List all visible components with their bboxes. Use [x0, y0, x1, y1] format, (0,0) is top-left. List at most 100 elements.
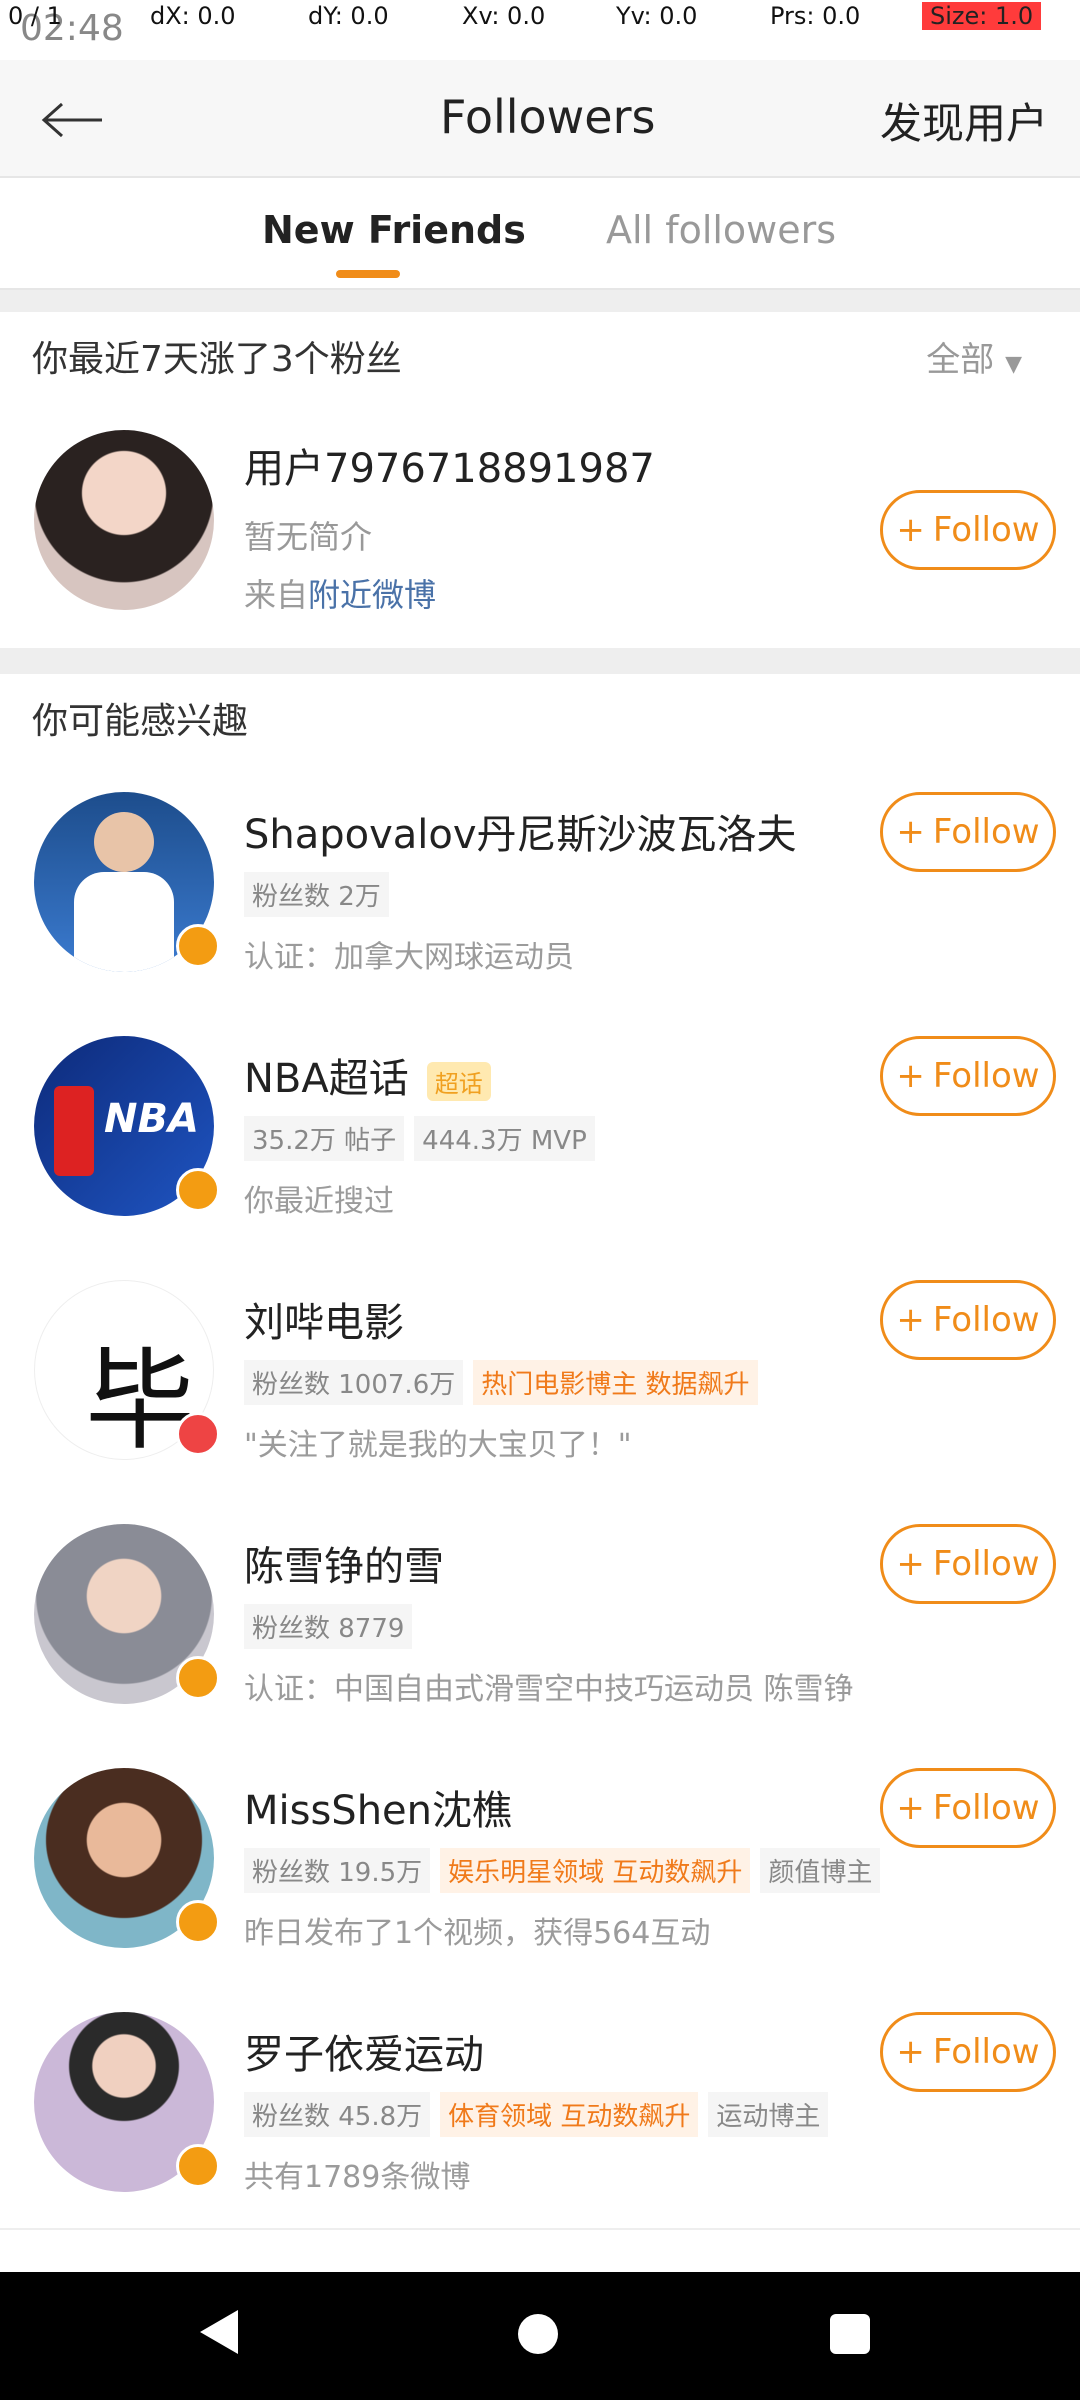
suggest-header: 你可能感兴趣	[0, 674, 1080, 762]
plus-icon: +	[896, 2032, 925, 2072]
user-sub: 认证：中国自由式滑雪空中技巧运动员 陈雪铮	[244, 1672, 854, 1707]
list-item[interactable]: 罗子依爱运动 粉丝数 45.8万 体育领域 互动数飙升 运动博主 共有1789条微博…	[0, 1984, 1080, 2230]
user-name[interactable]: NBA超话 超话	[244, 1046, 491, 1104]
follow-label: Follow	[932, 2032, 1040, 2072]
plus-icon: +	[896, 510, 925, 550]
nav-home-icon[interactable]	[518, 2314, 558, 2354]
verified-badge-icon	[176, 1168, 220, 1212]
divider	[0, 290, 1080, 312]
category-tag: 运动博主	[708, 2092, 829, 2137]
follow-button[interactable]: + Follow	[880, 1036, 1056, 1116]
super-topic-tag: 超话	[426, 1061, 491, 1101]
tab-bar: New Friends All followers	[0, 178, 1080, 290]
user-name[interactable]: 罗子依爱运动	[244, 2022, 484, 2080]
user-meta: 35.2万 帖子 444.3万 MVP	[244, 1116, 605, 1161]
discover-users-link[interactable]: 发现用户	[880, 90, 1048, 151]
user-meta: 粉丝数 1007.6万 热门电影博主 数据飙升	[244, 1360, 768, 1405]
user-meta: 粉丝数 19.5万 娱乐明星领域 互动数飙升 颜值博主	[244, 1848, 890, 1893]
partial-list-item	[0, 2228, 1080, 2274]
follow-button[interactable]: + Follow	[880, 2012, 1056, 2092]
nav-back-icon[interactable]	[200, 2310, 238, 2354]
user-sub: "关注了就是我的大宝贝了！"	[244, 1428, 632, 1463]
debug-xv: Xv: 0.0	[462, 2, 546, 30]
suggest-title: 你可能感兴趣	[32, 701, 249, 742]
user-source: 来自附近微博	[244, 570, 436, 616]
tab-new-friends[interactable]: New Friends	[262, 208, 526, 252]
filter-dropdown[interactable]: 全部 ▼	[926, 332, 1022, 381]
list-item[interactable]: Shapovalov丹尼斯沙波瓦洛夫 粉丝数 2万 认证：加拿大网球运动员 + F…	[0, 764, 1080, 1010]
debug-yv: Yv: 0.0	[616, 2, 698, 30]
follow-label: Follow	[932, 1544, 1040, 1584]
follow-button[interactable]: + Follow	[880, 792, 1056, 872]
follow-label: Follow	[932, 1056, 1040, 1096]
filter-label: 全部	[926, 340, 995, 380]
category-tag: 颜值博主	[760, 1848, 881, 1893]
mvp-count: 444.3万 MVP	[414, 1116, 595, 1161]
follow-button[interactable]: + Follow	[880, 1280, 1056, 1360]
user-name[interactable]: MissShen沈樵	[244, 1778, 512, 1836]
follow-label: Follow	[932, 1300, 1040, 1340]
posts-count: 35.2万 帖子	[244, 1116, 405, 1161]
plus-icon: +	[896, 1788, 925, 1828]
user-meta: 粉丝数 45.8万 体育领域 互动数飙升 运动博主	[244, 2092, 838, 2137]
recent-followers-header: 你最近7天涨了3个粉丝 全部 ▼	[0, 312, 1080, 400]
verified-badge-icon	[176, 1412, 220, 1456]
user-name[interactable]: 陈雪铮的雪	[244, 1534, 444, 1592]
fans-count: 粉丝数 1007.6万	[244, 1360, 464, 1405]
follow-label: Follow	[932, 1788, 1040, 1828]
follow-button[interactable]: + Follow	[880, 490, 1056, 570]
user-name[interactable]: Shapovalov丹尼斯沙波瓦洛夫	[244, 802, 797, 860]
follow-button[interactable]: + Follow	[880, 1524, 1056, 1604]
debug-prs: Prs: 0.0	[770, 2, 861, 30]
debug-overlay: 0 / 1 dX: 0.0 dY: 0.0 Xv: 0.0 Yv: 0.0 Pr…	[0, 0, 1080, 34]
source-prefix: 来自	[244, 576, 309, 614]
verified-badge-icon	[176, 2144, 220, 2188]
recent-followers-text: 你最近7天涨了3个粉丝	[32, 339, 402, 380]
plus-icon: +	[896, 1544, 925, 1584]
verified-badge-icon	[176, 924, 220, 968]
debug-pointer: 0 / 1	[8, 2, 62, 30]
user-name[interactable]: 用户7976718891987	[244, 436, 655, 494]
user-sub: 认证：加拿大网球运动员	[244, 940, 574, 975]
source-link[interactable]: 附近微博	[308, 576, 436, 614]
user-intro: 暂无简介	[244, 518, 373, 556]
divider	[0, 650, 1080, 674]
verified-badge-icon	[176, 1900, 220, 1944]
page-title: Followers	[440, 90, 656, 144]
app-header: Followers 发现用户	[0, 60, 1080, 178]
user-meta: 粉丝数 2万	[244, 872, 399, 917]
follow-button[interactable]: + Follow	[880, 1768, 1056, 1848]
user-sub: 你最近搜过	[244, 1184, 394, 1219]
user-sub: 共有1789条微博	[244, 2160, 471, 2195]
follow-label: Follow	[932, 510, 1040, 550]
user-meta: 粉丝数 8779	[244, 1604, 422, 1649]
plus-icon: +	[896, 1300, 925, 1340]
chevron-down-icon: ▼	[1005, 352, 1022, 377]
user-sub: 昨日发布了1个视频，获得564互动	[244, 1916, 711, 1951]
debug-dy: dY: 0.0	[308, 2, 389, 30]
user-name[interactable]: 刘哔电影	[244, 1290, 404, 1348]
fans-count: 粉丝数 19.5万	[244, 1848, 431, 1893]
plus-icon: +	[896, 1056, 925, 1096]
fans-count: 粉丝数 2万	[244, 872, 389, 917]
verified-badge-icon	[176, 1656, 220, 1700]
list-item[interactable]: 陈雪铮的雪 粉丝数 8779 认证：中国自由式滑雪空中技巧运动员 陈雪铮 + Fo…	[0, 1496, 1080, 1742]
nav-recents-icon[interactable]	[830, 2314, 870, 2354]
list-item[interactable]: 毕 刘哔电影 粉丝数 1007.6万 热门电影博主 数据飙升 "关注了就是我的大宝…	[0, 1252, 1080, 1498]
active-tab-indicator	[336, 270, 400, 278]
back-arrow-icon[interactable]	[40, 100, 104, 140]
hot-tag: 热门电影博主 数据飙升	[473, 1360, 758, 1405]
system-nav-bar	[0, 2272, 1080, 2400]
user-name-text: NBA超话	[244, 1056, 409, 1102]
debug-dx: dX: 0.0	[150, 2, 236, 30]
fans-count: 粉丝数 45.8万	[244, 2092, 431, 2137]
hot-tag: 娱乐明星领域 互动数飙升	[440, 1848, 751, 1893]
hot-tag: 体育领域 互动数飙升	[440, 2092, 699, 2137]
avatar[interactable]	[34, 430, 214, 610]
list-item[interactable]: NBA NBA超话 超话 35.2万 帖子 444.3万 MVP 你最近搜过 + Fo…	[0, 1008, 1080, 1254]
debug-size: Size: 1.0	[922, 2, 1042, 30]
fans-count: 粉丝数 8779	[244, 1604, 413, 1649]
tab-all-followers[interactable]: All followers	[606, 208, 836, 252]
list-item[interactable]: MissShen沈樵 粉丝数 19.5万 娱乐明星领域 互动数飙升 颜值博主 昨日发…	[0, 1740, 1080, 1986]
list-item[interactable]: 用户7976718891987 暂无简介 来自附近微博 + Follow	[0, 402, 1080, 650]
